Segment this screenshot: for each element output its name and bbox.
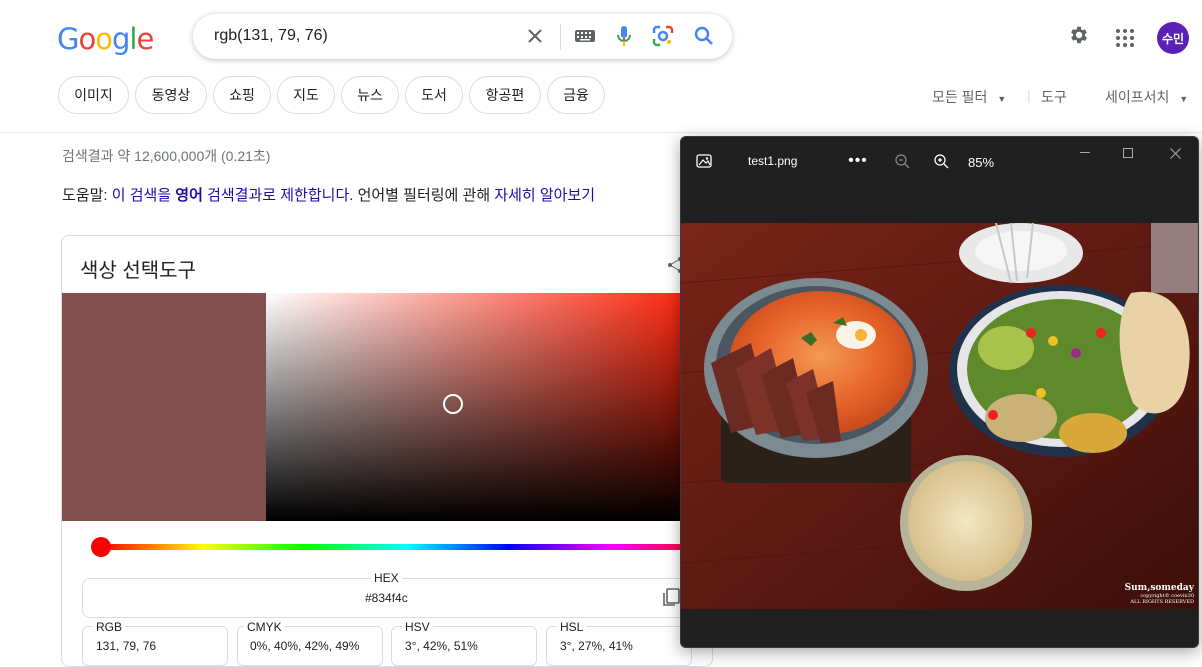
color-picker-handle[interactable] bbox=[443, 394, 463, 414]
chip-images[interactable]: 이미지 bbox=[58, 76, 129, 114]
watermark-title: Sum,someday bbox=[1124, 583, 1194, 593]
color-swatch bbox=[62, 293, 266, 521]
result-stats: 검색결과 약 12,600,000개 (0.21초) bbox=[62, 148, 271, 164]
more-options-icon[interactable]: ••• bbox=[847, 151, 869, 171]
search-box[interactable]: rgb(131, 79, 76) bbox=[193, 14, 732, 59]
cmyk-label: CMYK bbox=[244, 620, 285, 634]
safesearch-button[interactable]: 세이프서치 ▼ bbox=[1105, 87, 1188, 107]
help-line: 도움말: 이 검색을 영어 검색결과로 제한합니다. 언어별 필터링에 관해 자… bbox=[62, 187, 596, 204]
hsl-value[interactable]: 3°, 27%, 41% bbox=[560, 639, 633, 653]
hsl-field[interactable]: HSL 3°, 27%, 41% bbox=[546, 620, 692, 666]
settings-gear-icon[interactable] bbox=[1068, 24, 1090, 51]
microphone-icon[interactable] bbox=[612, 24, 636, 48]
search-icon[interactable] bbox=[692, 24, 716, 48]
rgb-label: RGB bbox=[93, 620, 126, 634]
gallery-icon[interactable] bbox=[693, 150, 715, 172]
cmyk-field[interactable]: CMYK 0%, 40%, 42%, 49% bbox=[237, 620, 383, 666]
tools-button[interactable]: 도구 bbox=[1041, 87, 1067, 107]
cmyk-value[interactable]: 0%, 40%, 42%, 49% bbox=[250, 639, 359, 653]
google-logo[interactable]: Google bbox=[57, 22, 154, 56]
hsl-label: HSL bbox=[557, 620, 587, 634]
keyboard-icon[interactable] bbox=[573, 24, 597, 48]
account-avatar[interactable]: 수민 bbox=[1157, 22, 1189, 54]
saturation-value-area[interactable] bbox=[266, 293, 712, 521]
color-picker-card: 색상 선택도구 HEX #834f4c RGB 131, 79, 76 CMYK… bbox=[61, 235, 713, 667]
close-button[interactable] bbox=[1165, 143, 1185, 163]
divider: | bbox=[1027, 87, 1031, 103]
photos-viewer-window: test1.png ••• 85% Sum,someday copyright©… bbox=[680, 136, 1199, 648]
dropdown-arrow-icon: ▼ bbox=[1179, 94, 1189, 104]
minimize-button[interactable] bbox=[1075, 143, 1095, 163]
hex-value[interactable]: #834f4c bbox=[365, 591, 408, 605]
window-title: test1.png bbox=[748, 154, 798, 168]
dropdown-arrow-icon: ▼ bbox=[997, 94, 1007, 104]
watermark-copyright: copyright© coevin30 ALL RIGHTS RESERVED bbox=[1130, 593, 1194, 605]
chip-news[interactable]: 뉴스 bbox=[341, 76, 399, 114]
hue-slider-handle[interactable] bbox=[91, 537, 111, 557]
divider bbox=[560, 24, 561, 50]
maximize-button[interactable] bbox=[1118, 143, 1138, 163]
learn-more-link[interactable]: 자세히 알아보기 bbox=[494, 187, 595, 204]
apps-grid-icon[interactable] bbox=[1116, 29, 1134, 52]
zoom-out-icon[interactable] bbox=[892, 151, 912, 171]
restrict-english-link[interactable]: 이 검색을 영어 검색결과로 제한합니다 bbox=[112, 187, 350, 204]
food-photo[interactable]: Sum,someday copyright© coevin30 ALL RIGH… bbox=[681, 223, 1198, 609]
chip-maps[interactable]: 지도 bbox=[277, 76, 335, 114]
clear-icon[interactable] bbox=[523, 24, 547, 48]
all-filters-label: 모든 필터 bbox=[932, 89, 988, 105]
chip-flights[interactable]: 항공편 bbox=[469, 76, 541, 114]
rgb-value[interactable]: 131, 79, 76 bbox=[96, 639, 156, 653]
card-title: 색상 선택도구 bbox=[80, 260, 196, 282]
hsv-field[interactable]: HSV 3°, 42%, 51% bbox=[391, 620, 537, 666]
zoom-level: 85% bbox=[968, 155, 995, 170]
hex-label: HEX bbox=[371, 571, 402, 585]
chip-shopping[interactable]: 쇼핑 bbox=[213, 76, 271, 114]
chip-finance[interactable]: 금융 bbox=[547, 76, 605, 114]
hsv-label: HSV bbox=[402, 620, 433, 634]
zoom-in-icon[interactable] bbox=[931, 151, 951, 171]
all-filters-button[interactable]: 모든 필터 ▼ bbox=[932, 87, 1006, 107]
chip-videos[interactable]: 동영상 bbox=[135, 76, 207, 114]
safesearch-label: 세이프서치 bbox=[1105, 89, 1170, 105]
rgb-field[interactable]: RGB 131, 79, 76 bbox=[82, 620, 228, 666]
hue-slider[interactable] bbox=[102, 544, 712, 550]
chip-books[interactable]: 도서 bbox=[405, 76, 463, 114]
hex-field[interactable]: HEX #834f4c bbox=[82, 571, 692, 618]
search-input[interactable]: rgb(131, 79, 76) bbox=[214, 27, 328, 45]
copy-icon[interactable] bbox=[661, 587, 681, 612]
google-lens-icon[interactable] bbox=[651, 24, 675, 48]
hsv-value[interactable]: 3°, 42%, 51% bbox=[405, 639, 478, 653]
header-divider bbox=[0, 132, 1202, 133]
